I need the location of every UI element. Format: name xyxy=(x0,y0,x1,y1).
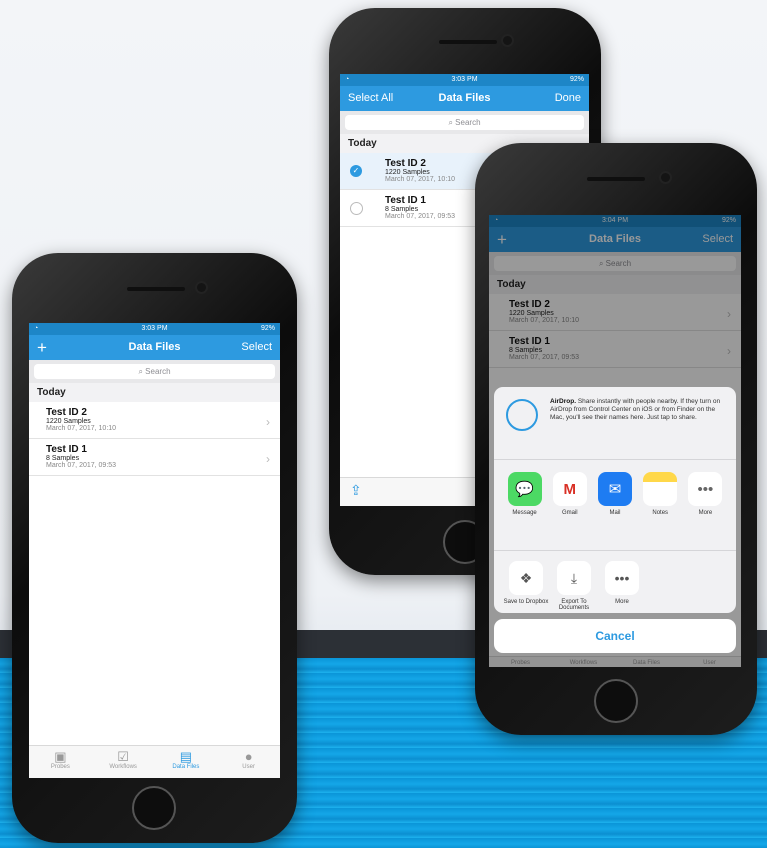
action-more[interactable]: ••• More xyxy=(598,561,646,611)
search-placeholder: Search xyxy=(145,367,171,376)
user-icon: ● xyxy=(244,749,253,764)
chevron-right-icon: › xyxy=(266,452,270,466)
action-save-to-dropbox[interactable]: ❖ Save to Dropbox xyxy=(502,561,550,611)
item-name: Test ID 2 xyxy=(46,407,87,418)
app-label: Gmail xyxy=(561,510,578,516)
tab-label: Workflows xyxy=(109,764,137,770)
dropbox-icon: ❖ xyxy=(509,561,543,595)
tab-data-files[interactable]: ▤ Data Files xyxy=(155,746,218,778)
tab-label: Probes xyxy=(50,764,70,770)
airdrop-title: AirDrop. xyxy=(550,398,576,405)
camera xyxy=(661,173,670,182)
tab-label: Data Files xyxy=(172,764,200,770)
list-item[interactable]: Test ID 2 1220 Samples March 07, 2017, 1… xyxy=(29,402,280,439)
speaker xyxy=(587,177,645,181)
share-more-apps[interactable]: ••• More xyxy=(683,472,728,550)
status-battery: 92% xyxy=(260,325,275,332)
share-mail[interactable]: ✉ Mail xyxy=(592,472,637,550)
nav-title: Data Files xyxy=(438,92,491,104)
tab-user[interactable]: ● User xyxy=(217,746,280,778)
share-gmail[interactable]: M Gmail xyxy=(547,472,592,550)
item-name: Test ID 1 xyxy=(46,444,87,455)
action-export-to-documents[interactable]: ⤓ Export To Documents xyxy=(550,561,598,611)
more-icon: ••• xyxy=(605,561,639,595)
share-sheet: AirDrop. Share instantly with people nea… xyxy=(494,387,736,613)
camera xyxy=(503,36,512,45)
tab-probes[interactable]: ▣ Probes xyxy=(29,746,92,778)
share-icon[interactable]: ⇪ xyxy=(350,482,362,499)
item-samples: 1220 Samples xyxy=(46,418,91,425)
chevron-right-icon: › xyxy=(266,415,270,429)
speaker xyxy=(439,40,497,44)
share-notes[interactable]: Notes xyxy=(638,472,683,550)
section-header: Today xyxy=(29,383,280,402)
gmail-icon: M xyxy=(552,472,587,506)
airdrop-text: AirDrop. Share instantly with people nea… xyxy=(550,398,722,422)
done-button[interactable]: Done xyxy=(555,86,581,111)
probe-icon: ▣ xyxy=(54,749,67,764)
share-apps-row: 💬 Message M Gmail ✉ Mail Notes ••• More xyxy=(494,460,736,551)
app-label: Message xyxy=(512,510,537,516)
search-bar: ⌕ Search xyxy=(29,360,280,383)
item-date: March 07, 2017, 09:53 xyxy=(46,462,117,469)
app-label: Notes xyxy=(652,510,669,516)
status-bar: ◔ 3:03 PM 92% xyxy=(340,74,589,86)
list-item[interactable]: Test ID 1 8 Samples March 07, 2017, 09:5… xyxy=(29,439,280,476)
airdrop-description: Share instantly with people nearby. If t… xyxy=(550,398,721,421)
select-button[interactable]: Select xyxy=(241,335,272,360)
speaker xyxy=(127,287,185,291)
screen-right: ◔ 3:04 PM 92% + Data Files Select ⌕ Sear… xyxy=(489,215,741,667)
cancel-button[interactable]: Cancel xyxy=(494,619,736,653)
status-time: 3:03 PM xyxy=(141,325,168,332)
status-time: 3:03 PM xyxy=(451,76,478,83)
app-label: Mail xyxy=(609,510,621,516)
screen-left: ◔ 3:03 PM 92% + Data Files Select ⌕ Sear… xyxy=(29,323,280,778)
app-label: More xyxy=(698,510,713,516)
action-label: More xyxy=(615,599,629,605)
status-bar: ◔ 3:03 PM 92% xyxy=(29,323,280,335)
airdrop-section[interactable]: AirDrop. Share instantly with people nea… xyxy=(494,387,736,460)
search-placeholder: Search xyxy=(455,118,481,127)
item-date: March 07, 2017, 10:10 xyxy=(46,425,117,432)
share-actions-row: ❖ Save to Dropbox ⤓ Export To Documents ••… xyxy=(494,551,736,611)
search-input[interactable]: ⌕ Search xyxy=(345,115,584,130)
tab-label: User xyxy=(242,764,255,770)
action-label: Save to Dropbox xyxy=(503,599,549,605)
nav-bar: + Data Files Select xyxy=(29,335,280,360)
home-button[interactable] xyxy=(594,679,638,723)
clipboard-icon: ☑ xyxy=(117,749,129,764)
phone-left: ◔ 3:03 PM 92% + Data Files Select ⌕ Sear… xyxy=(12,253,297,843)
search-input[interactable]: ⌕ Search xyxy=(34,364,275,379)
files-icon: ▤ xyxy=(179,749,193,764)
nav-bar: Select All Data Files Done xyxy=(340,86,589,111)
more-icon: ••• xyxy=(688,472,723,506)
action-label: Export To Documents xyxy=(558,599,590,611)
download-icon: ⤓ xyxy=(557,561,591,595)
phone-right: ◔ 3:04 PM 92% + Data Files Select ⌕ Sear… xyxy=(475,143,757,735)
share-message[interactable]: 💬 Message xyxy=(502,472,547,550)
item-samples: 8 Samples xyxy=(46,455,80,462)
mail-icon: ✉ xyxy=(598,472,632,506)
home-button[interactable] xyxy=(132,786,176,830)
checkbox-empty-icon xyxy=(350,202,363,215)
notes-icon xyxy=(643,472,678,506)
tab-bar: ▣ Probes ☑ Workflows ▤ Data Files ● User xyxy=(29,745,280,778)
tab-workflows[interactable]: ☑ Workflows xyxy=(92,746,155,778)
checkmark-selected-icon: ✓ xyxy=(350,165,362,177)
status-battery: 92% xyxy=(569,76,584,83)
camera xyxy=(197,283,206,292)
message-icon: 💬 xyxy=(507,472,542,506)
airdrop-icon xyxy=(506,399,538,431)
search-bar: ⌕ Search xyxy=(340,111,589,134)
